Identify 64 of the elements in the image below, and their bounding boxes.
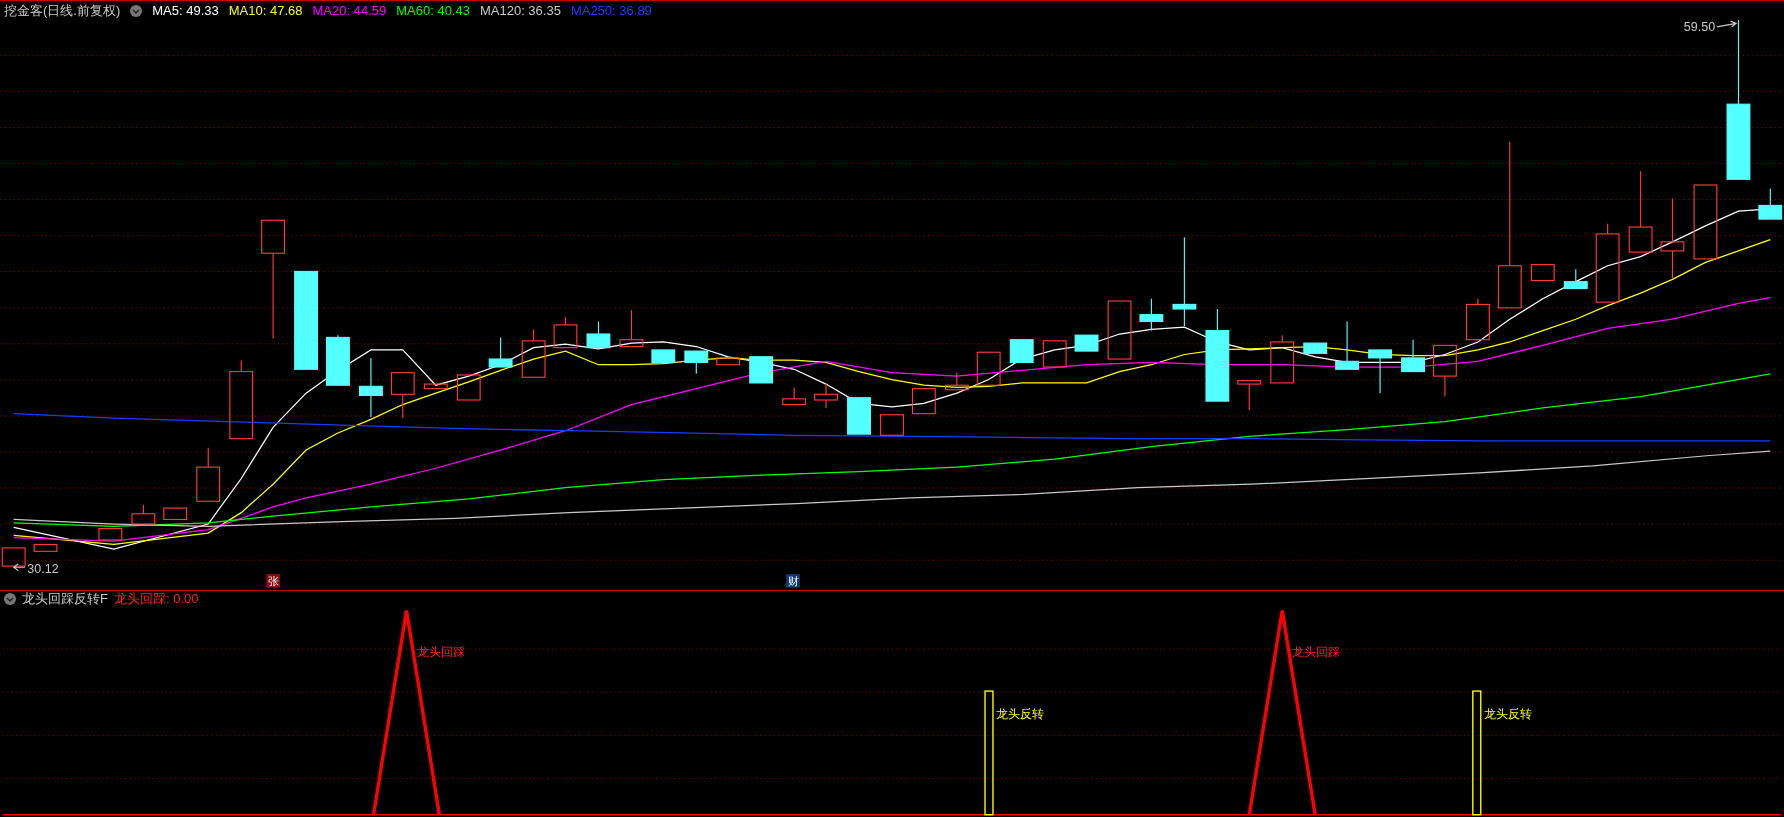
candlestick [651, 349, 676, 364]
candlestick [326, 334, 350, 386]
signal-label: 龙头反转 [996, 707, 1045, 722]
event-marker[interactable]: 财 [786, 574, 800, 588]
candlestick [1042, 340, 1067, 368]
candlestick [619, 309, 644, 348]
candlestick [1368, 349, 1393, 394]
chevron-icon[interactable] [4, 592, 16, 605]
candlestick [196, 447, 221, 502]
candlestick [488, 336, 513, 368]
candlestick [390, 372, 415, 419]
candlestick [1466, 298, 1490, 341]
candlestick [1139, 298, 1164, 332]
moving-average-value: MA60: 40.43 [396, 3, 470, 18]
candlestick [33, 543, 58, 552]
candlestick [358, 357, 383, 418]
signal-label: 龙头回踩 [416, 644, 465, 659]
candlestick [749, 356, 774, 384]
candlestick [521, 328, 546, 378]
event-marker[interactable]: 张 [266, 574, 280, 588]
signal-label: 龙头反转 [1484, 707, 1533, 722]
candlestick [131, 504, 156, 525]
indicator-name: 龙头回踩反转F [22, 589, 108, 608]
moving-average-value: MA120: 36.35 [479, 3, 561, 18]
candlestick [1433, 344, 1457, 398]
candlestick [716, 357, 741, 366]
candlestick [976, 351, 1001, 386]
candlestick [423, 383, 448, 390]
candlestick [553, 316, 578, 349]
candlestick [1401, 339, 1426, 373]
candlestick [1758, 187, 1783, 220]
moving-average-value: MA10: 47.68 [228, 3, 303, 18]
candlestick [1107, 300, 1132, 360]
candlestick [1237, 380, 1262, 411]
candlestick [1563, 268, 1588, 290]
arrow-icon [12, 563, 26, 572]
price-label: 30.12 [27, 561, 59, 576]
chart-title: 挖金客(日线.前复权) [4, 1, 121, 20]
chevron-icon[interactable] [130, 4, 143, 17]
moving-average-value: MA20: 44.59 [312, 3, 387, 18]
candlestick [1530, 264, 1555, 282]
candlestick [814, 383, 838, 409]
candlestick [1335, 320, 1360, 370]
moving-average-value: MA250: 36.89 [570, 3, 652, 18]
candlestick [1074, 334, 1099, 352]
candlestick [944, 372, 969, 391]
candlestick [782, 386, 807, 406]
candlestick [684, 350, 709, 375]
price-label: 59.50 [1683, 20, 1716, 35]
candlestick [1270, 334, 1295, 384]
candlestick [911, 388, 936, 415]
candlestick [1009, 339, 1034, 364]
candlestick [163, 507, 188, 521]
signal-label: 龙头回踩 [1292, 644, 1341, 659]
candlestick [1, 547, 26, 567]
indicator-reading: 龙头回踩: 0.00 [113, 589, 199, 608]
arrow-icon [1716, 20, 1738, 28]
candlestick [98, 528, 123, 541]
candlestick [1303, 342, 1328, 354]
moving-average-value: MA5: 49.33 [152, 3, 219, 18]
candlestick [456, 374, 481, 401]
candlestick [880, 414, 904, 436]
candlestick [586, 320, 611, 349]
candlestick [847, 397, 871, 435]
